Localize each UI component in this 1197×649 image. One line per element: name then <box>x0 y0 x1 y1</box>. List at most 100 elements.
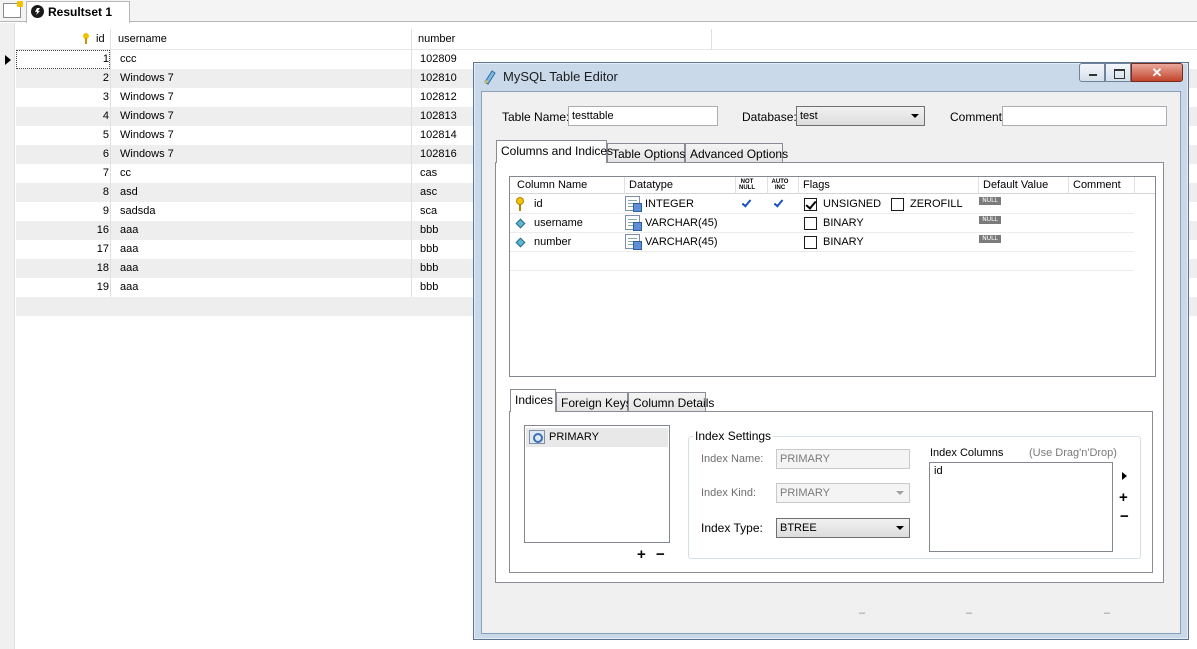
close-button[interactable]: ✕ <box>1131 63 1183 82</box>
cell-username[interactable]: asd <box>120 186 138 198</box>
auto-inc-check-icon[interactable] <box>773 197 784 208</box>
tab-resultset-1[interactable]: Resultset 1 <box>26 1 130 23</box>
cell-id[interactable]: 17 <box>16 243 109 255</box>
index-item-primary[interactable]: PRIMARY <box>526 428 668 447</box>
cell-username[interactable]: sadsda <box>120 205 155 217</box>
indices-panel: PRIMARY + − Index Settings Index Name: P… <box>509 411 1153 573</box>
add-index-column-button[interactable]: + <box>1119 490 1128 505</box>
header-auto-inc[interactable]: AUTO INC <box>769 179 791 191</box>
datatype-icon <box>625 215 642 231</box>
cell-username[interactable]: Windows 7 <box>120 72 174 84</box>
header-datatype[interactable]: Datatype <box>629 179 673 191</box>
comment-input[interactable] <box>1002 106 1167 126</box>
not-null-check-icon[interactable] <box>741 197 752 208</box>
column-name[interactable]: id <box>534 198 543 210</box>
cell-id[interactable]: 16 <box>16 224 109 236</box>
column-datatype[interactable]: VARCHAR(45) <box>645 236 718 248</box>
cell-username[interactable]: Windows 7 <box>120 91 174 103</box>
index-kind-select[interactable]: PRIMARY <box>776 483 910 503</box>
cell-id[interactable]: 18 <box>16 262 109 274</box>
unsigned-checkbox[interactable] <box>804 198 817 211</box>
cell-id[interactable]: 1 <box>16 53 109 65</box>
cell-number[interactable]: 102813 <box>420 110 457 122</box>
tab-columns-and-indices[interactable]: Columns and Indices <box>496 140 613 163</box>
tab-table-options[interactable]: Table Options <box>607 143 685 163</box>
dialog-titlebar[interactable]: MySQL Table Editor ✕ <box>474 63 1188 91</box>
column-name[interactable]: username <box>534 217 583 229</box>
index-columns-label: Index Columns <box>930 447 1004 459</box>
cell-number[interactable]: asc <box>420 186 437 198</box>
column-datatype[interactable]: VARCHAR(45) <box>645 217 718 229</box>
cell-id[interactable]: 19 <box>16 281 109 293</box>
cell-number[interactable]: 102812 <box>420 91 457 103</box>
column-name[interactable]: number <box>534 236 571 248</box>
default-null-badge[interactable]: NULL <box>979 235 1001 243</box>
cell-number[interactable]: sca <box>420 205 437 217</box>
cell-id[interactable]: 3 <box>16 91 109 103</box>
cell-username[interactable]: cc <box>120 167 131 179</box>
grid-header-number[interactable]: number <box>418 33 455 45</box>
binary-checkbox[interactable] <box>804 236 817 249</box>
default-null-badge[interactable]: NULL <box>979 197 1001 205</box>
tab-foreign-keys[interactable]: Foreign Keys <box>556 392 632 412</box>
column-row-new[interactable] <box>510 252 1134 271</box>
cell-username[interactable]: aaa <box>120 243 138 255</box>
cell-number[interactable]: 102814 <box>420 129 457 141</box>
cell-number[interactable]: 102816 <box>420 148 457 160</box>
table-name-input[interactable]: testtable <box>568 106 718 126</box>
header-column-name[interactable]: Column Name <box>517 179 587 191</box>
cell-username[interactable]: ccc <box>120 53 137 65</box>
cell-number[interactable]: 102809 <box>420 53 457 65</box>
tab-advanced-options[interactable]: Advanced Options <box>685 143 788 163</box>
add-index-button[interactable]: + <box>637 547 646 562</box>
database-select[interactable]: test <box>796 106 925 126</box>
move-column-right-icon[interactable] <box>1122 472 1127 480</box>
maximize-button[interactable] <box>1105 63 1131 82</box>
remove-index-column-button[interactable]: − <box>1120 509 1129 524</box>
table-name-label: Table Name: <box>502 110 570 124</box>
minimize-button[interactable] <box>1079 63 1105 82</box>
cell-number[interactable]: bbb <box>420 243 438 255</box>
cell-number[interactable]: bbb <box>420 224 438 236</box>
column-row-number[interactable]: number VARCHAR(45) BINARY NULL <box>510 233 1134 252</box>
cell-number[interactable]: 102810 <box>420 72 457 84</box>
cell-id[interactable]: 7 <box>16 167 109 179</box>
cell-username[interactable]: aaa <box>120 281 138 293</box>
cell-number[interactable]: cas <box>420 167 437 179</box>
index-type-select[interactable]: BTREE <box>776 518 910 538</box>
cell-id[interactable]: 8 <box>16 186 109 198</box>
index-columns-list[interactable]: id <box>929 462 1113 552</box>
tab-column-details[interactable]: Column Details <box>628 392 714 412</box>
header-not-null[interactable]: NOT NULL <box>737 179 757 191</box>
cell-username[interactable]: aaa <box>120 262 138 274</box>
cell-id[interactable]: 6 <box>16 148 109 160</box>
cell-number[interactable]: bbb <box>420 281 438 293</box>
new-tab-icon[interactable] <box>3 1 23 18</box>
column-row-id[interactable]: id INTEGER UNSIGNED ZEROFILL NULL <box>510 195 1134 214</box>
default-null-badge[interactable]: NULL <box>979 216 1001 224</box>
cell-username[interactable]: Windows 7 <box>120 148 174 160</box>
index-name-input[interactable]: PRIMARY <box>776 449 910 469</box>
table-editor-icon <box>484 70 496 85</box>
header-flags[interactable]: Flags <box>803 179 830 191</box>
grid-header-username[interactable]: username <box>118 33 167 45</box>
header-default-value[interactable]: Default Value <box>983 179 1048 191</box>
remove-index-button[interactable]: − <box>656 547 665 562</box>
cell-number[interactable]: bbb <box>420 262 438 274</box>
column-datatype[interactable]: INTEGER <box>645 198 694 210</box>
header-comment[interactable]: Comment <box>1073 179 1121 191</box>
tab-indices[interactable]: Indices <box>510 389 556 412</box>
close-icon: ✕ <box>1151 65 1163 80</box>
cell-id[interactable]: 2 <box>16 72 109 84</box>
grid-header-id[interactable]: id <box>96 33 105 45</box>
cell-username[interactable]: aaa <box>120 224 138 236</box>
cell-id[interactable]: 4 <box>16 110 109 122</box>
cell-id[interactable]: 9 <box>16 205 109 217</box>
column-row-username[interactable]: username VARCHAR(45) BINARY NULL <box>510 214 1134 233</box>
cell-id[interactable]: 5 <box>16 129 109 141</box>
zerofill-checkbox[interactable] <box>891 198 904 211</box>
index-column-item[interactable]: id <box>934 465 943 477</box>
cell-username[interactable]: Windows 7 <box>120 110 174 122</box>
binary-checkbox[interactable] <box>804 217 817 230</box>
cell-username[interactable]: Windows 7 <box>120 129 174 141</box>
